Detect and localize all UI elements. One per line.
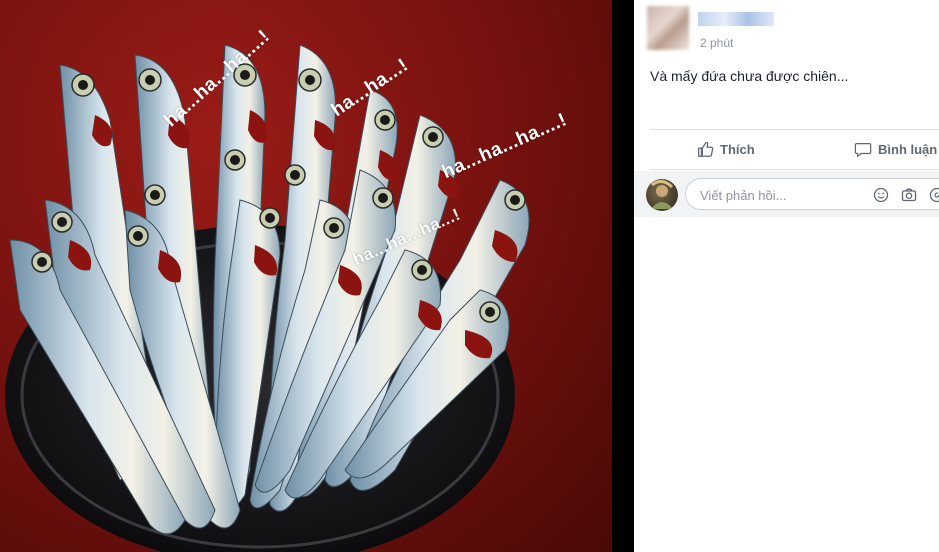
post-panel: 2 phút Và mấy đứa chưa được chiên... Thí… bbox=[634, 0, 939, 552]
emoji-icon[interactable] bbox=[873, 187, 889, 203]
camera-icon[interactable] bbox=[901, 187, 917, 203]
comment-button[interactable]: Bình luận bbox=[854, 140, 937, 158]
comment-label: Bình luận bbox=[878, 141, 938, 157]
author-name[interactable] bbox=[698, 12, 774, 26]
divider-top bbox=[650, 129, 939, 130]
comment-input-box[interactable] bbox=[685, 178, 939, 211]
panel-gap bbox=[612, 0, 634, 552]
post-photo[interactable]: ha...ha...ha....! ha...ha...! ha...ha...… bbox=[0, 0, 612, 552]
comment-input[interactable] bbox=[698, 179, 862, 211]
comment-icon bbox=[854, 142, 872, 157]
like-button[interactable]: Thích bbox=[696, 140, 755, 158]
comment-composer bbox=[634, 171, 939, 217]
current-user-avatar[interactable] bbox=[646, 179, 678, 211]
author-avatar[interactable] bbox=[647, 6, 689, 50]
divider-bottom bbox=[650, 169, 939, 170]
fish-bowl-illustration bbox=[5, 44, 530, 552]
gif-icon[interactable] bbox=[929, 187, 939, 203]
like-label: Thích bbox=[720, 141, 755, 157]
post-timestamp[interactable]: 2 phút bbox=[700, 36, 733, 50]
post-text: Và mấy đứa chưa được chiên... bbox=[650, 68, 849, 84]
like-icon bbox=[698, 141, 714, 157]
